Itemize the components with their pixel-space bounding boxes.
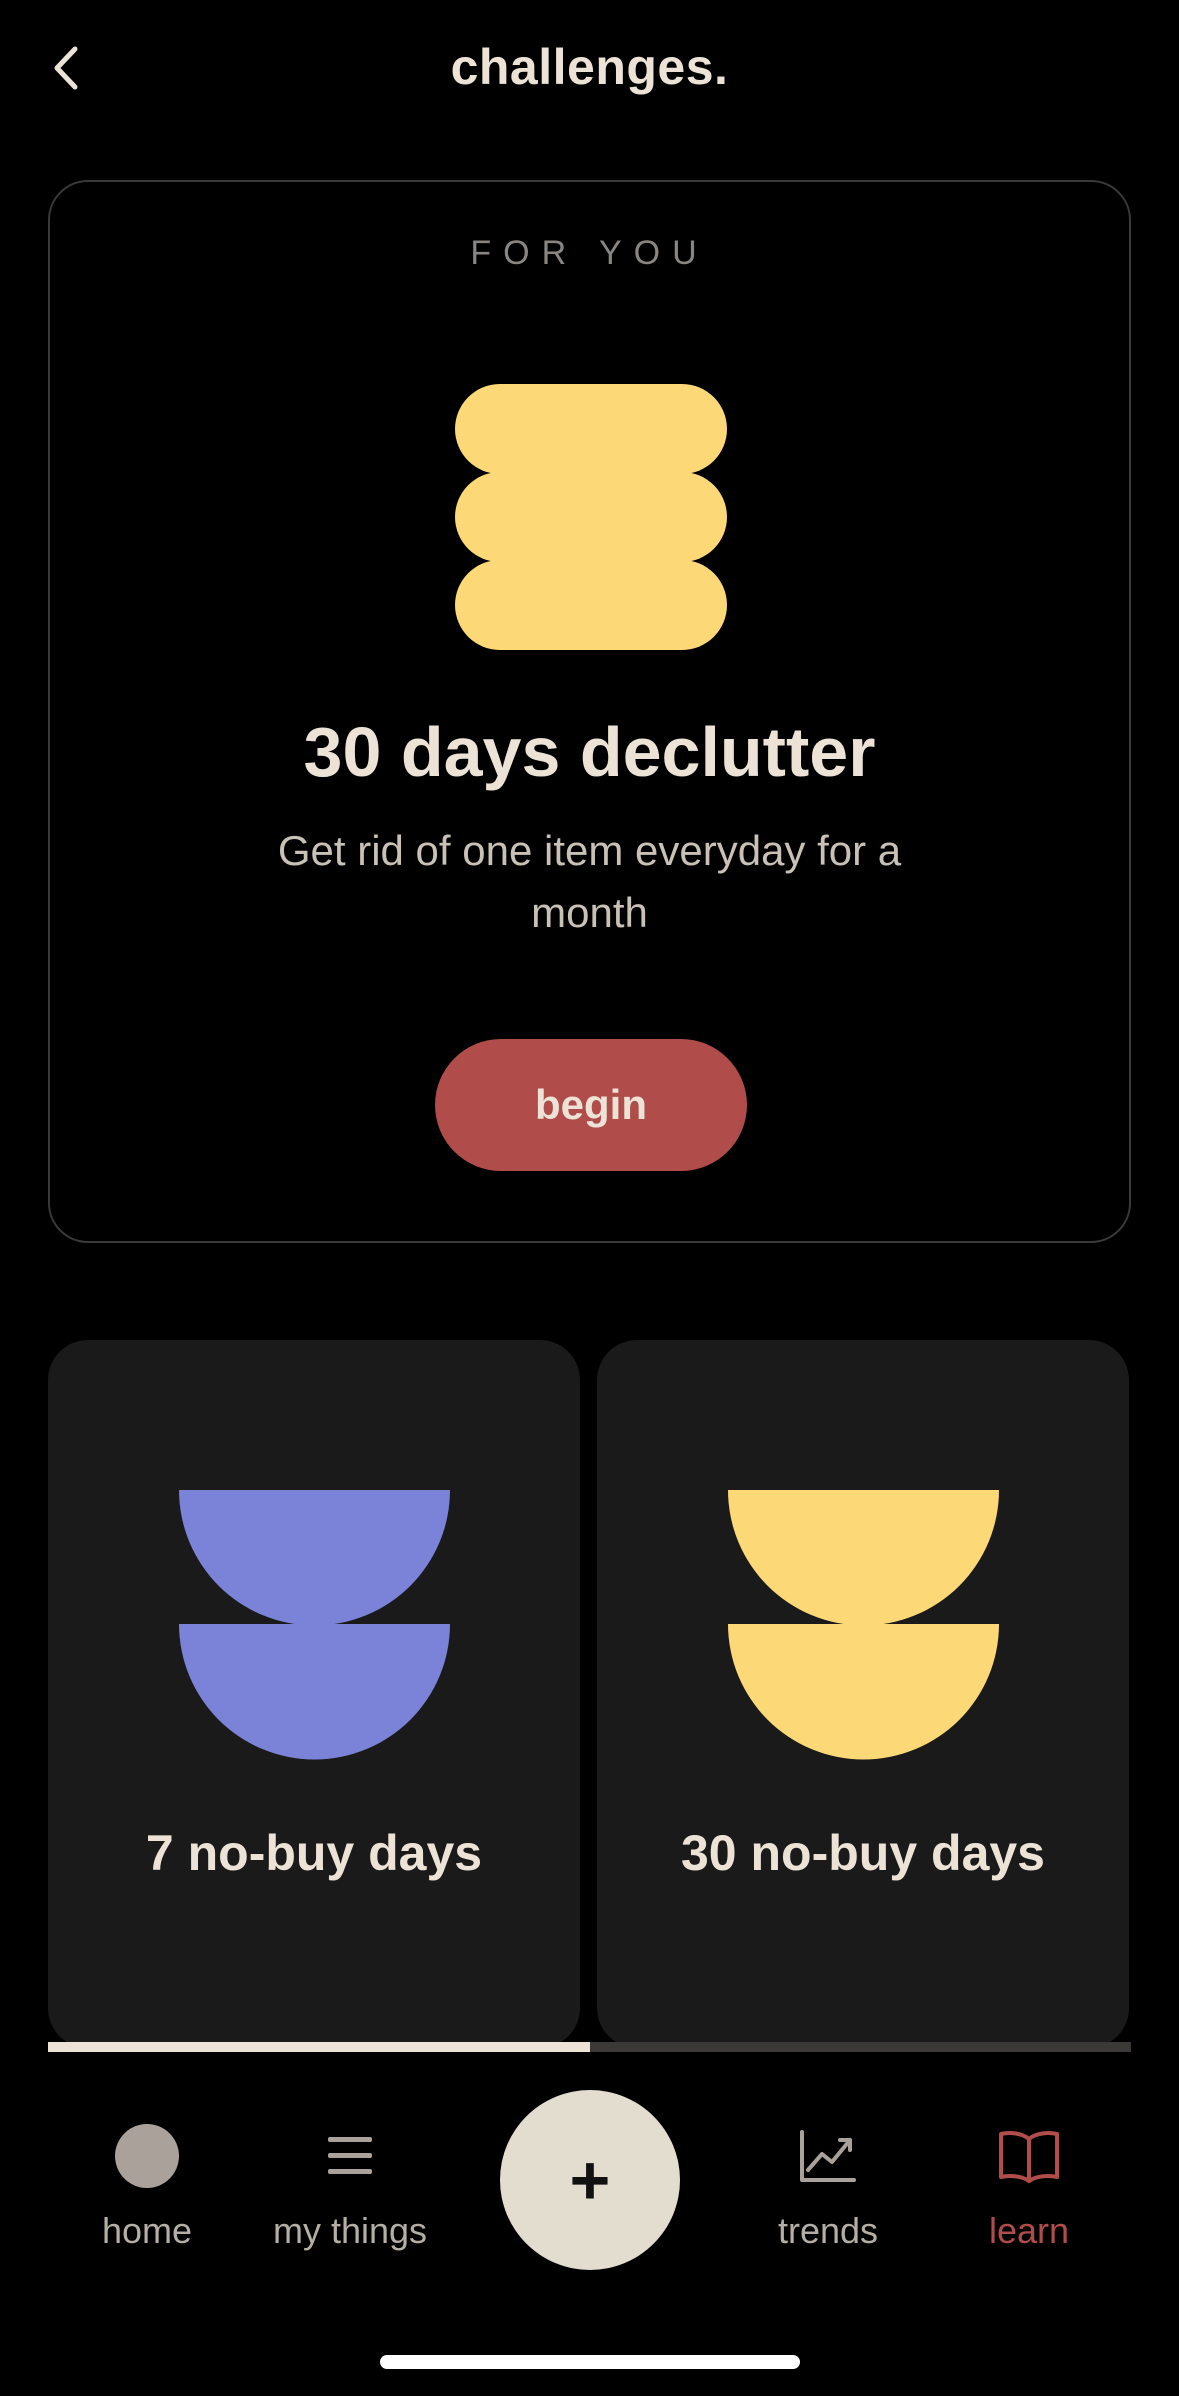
half-circles-illustration	[179, 1490, 450, 1760]
home-indicator	[380, 2355, 800, 2369]
carousel-progress	[48, 2042, 590, 2052]
for-you-label: FOR YOU	[470, 234, 709, 272]
page-title: challenges.	[450, 39, 729, 95]
tab-trends[interactable]: trends	[728, 2120, 928, 2252]
featured-challenge-card[interactable]: FOR YOU 30 days declutter Get rid of one…	[48, 180, 1131, 1243]
add-button[interactable]: +	[500, 2090, 680, 2270]
challenge-card-30-no-buy[interactable]: 30 no-buy days	[597, 1340, 1129, 2048]
featured-title: 30 days declutter	[303, 713, 876, 791]
carousel-scrollbar[interactable]	[48, 2042, 1131, 2052]
tab-my-things[interactable]: my things	[250, 2120, 450, 2252]
header: challenges.	[0, 0, 1179, 140]
challenge-label: 7 no-buy days	[145, 1825, 483, 1881]
list-icon	[314, 2120, 386, 2192]
challenge-card-7-no-buy[interactable]: 7 no-buy days	[48, 1340, 580, 2048]
tab-bar: home my things + trends learn	[0, 2080, 1179, 2280]
begin-button[interactable]: begin	[435, 1039, 747, 1171]
tab-label: home	[101, 2210, 193, 2251]
tab-label: learn	[988, 2210, 1070, 2251]
tab-label: trends	[777, 2210, 879, 2251]
home-circle-icon	[111, 2120, 183, 2192]
plus-icon: +	[569, 2141, 611, 2219]
book-icon	[993, 2120, 1065, 2192]
tab-home[interactable]: home	[47, 2120, 247, 2252]
tab-label: my things	[272, 2210, 428, 2251]
half-circles-illustration	[728, 1490, 999, 1760]
challenge-label: 30 no-buy days	[681, 1825, 1045, 1881]
trend-chart-icon	[792, 2120, 864, 2192]
featured-description: Get rid of one item everyday for a month	[277, 827, 902, 936]
tab-learn[interactable]: learn	[929, 2120, 1129, 2252]
stacked-pills-illustration	[455, 384, 727, 650]
